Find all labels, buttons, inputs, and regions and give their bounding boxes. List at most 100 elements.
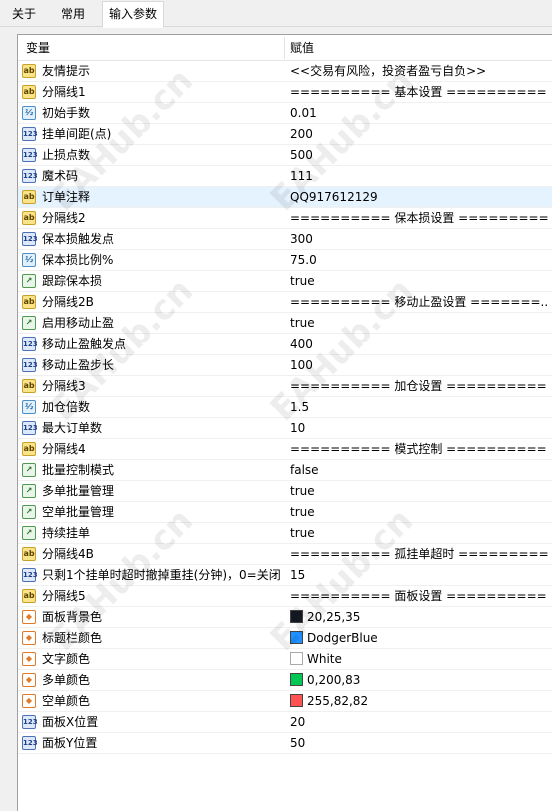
variable-value[interactable]: true — [290, 481, 548, 502]
table-row[interactable]: 123 止损点数 500 — [18, 145, 552, 166]
table-row[interactable]: 123 只剩1个挂单时超时撤掉重挂(分钟)，0=关闭 15 — [18, 565, 552, 586]
table-row[interactable]: ↗ 批量控制模式 false — [18, 460, 552, 481]
double-icon: ½ — [22, 400, 36, 414]
table-row[interactable]: ½ 保本损比例% 75.0 — [18, 250, 552, 271]
table-row[interactable]: ↗ 多单批量管理 true — [18, 481, 552, 502]
variable-name: 面板背景色 — [42, 610, 103, 624]
variable-value[interactable]: 200 — [290, 124, 548, 145]
variable-value[interactable]: 300 — [290, 229, 548, 250]
table-row[interactable]: 123 面板Y位置 50 — [18, 733, 552, 754]
variable-value[interactable]: 15 — [290, 565, 548, 586]
variable-value[interactable]: <<交易有风险，投资者盈亏自负>> — [290, 61, 548, 82]
variable-name: 止损点数 — [42, 148, 91, 162]
table-row[interactable]: 123 面板X位置 20 — [18, 712, 552, 733]
table-row[interactable]: ab 订单注释 QQ917612129 — [18, 187, 552, 208]
string-icon: ab — [22, 442, 36, 456]
string-icon: ab — [22, 190, 36, 204]
variable-value[interactable]: White — [290, 649, 548, 670]
table-row[interactable]: ½ 初始手数 0.01 — [18, 103, 552, 124]
table-row[interactable]: ab 分隔线2B ========== 移动止盈设置 =======... — [18, 292, 552, 313]
variable-value[interactable]: ========== 孤挂单超时 ========== — [290, 544, 548, 565]
table-row[interactable]: ◆ 空单颜色 255,82,82 — [18, 691, 552, 712]
color-value-text: 20,25,35 — [307, 610, 361, 624]
variable-name: 分隔线5 — [42, 589, 86, 603]
tab-bar: 关于 常用 输入参数 — [0, 0, 552, 28]
variable-value[interactable]: true — [290, 271, 548, 292]
table-row[interactable]: ab 分隔线3 ========== 加仓设置 ========== — [18, 376, 552, 397]
table-row[interactable]: 123 移动止盈步长 100 — [18, 355, 552, 376]
variable-value[interactable]: ========== 面板设置 ========== — [290, 586, 548, 607]
table-row[interactable]: ↗ 跟踪保本损 true — [18, 271, 552, 292]
variable-value[interactable]: ========== 模式控制 ========== — [290, 439, 548, 460]
variable-value[interactable]: QQ917612129 — [290, 187, 548, 208]
integer-icon: 123 — [22, 568, 38, 582]
table-row[interactable]: ½ 加仓倍数 1.5 — [18, 397, 552, 418]
table-body: ab 友情提示 <<交易有风险，投资者盈亏自负>> ab 分隔线1 ========== … — [18, 61, 552, 754]
color-icon: ◆ — [22, 694, 36, 708]
table-row[interactable]: 123 保本损触发点 300 — [18, 229, 552, 250]
color-swatch[interactable] — [290, 652, 303, 665]
variable-value[interactable]: 75.0 — [290, 250, 548, 271]
table-row[interactable]: 123 移动止盈触发点 400 — [18, 334, 552, 355]
variable-value[interactable]: ========== 移动止盈设置 =======... — [290, 292, 548, 313]
variable-value[interactable]: true — [290, 313, 548, 334]
tab-input-params[interactable]: 输入参数 — [102, 1, 165, 28]
bool-icon: ↗ — [22, 505, 36, 519]
table-row[interactable]: ↗ 持续挂单 true — [18, 523, 552, 544]
variable-name: 友情提示 — [42, 64, 91, 78]
tab-common[interactable]: 常用 — [55, 4, 91, 27]
variable-name: 订单注释 — [42, 190, 91, 204]
string-icon: ab — [22, 547, 36, 561]
variable-value[interactable]: 50 — [290, 733, 548, 754]
variable-value[interactable]: 10 — [290, 418, 548, 439]
table-row[interactable]: ab 分隔线4B ========== 孤挂单超时 ========== — [18, 544, 552, 565]
variable-value[interactable]: ========== 保本损设置 ========== — [290, 208, 548, 229]
color-swatch[interactable] — [290, 610, 303, 623]
variable-name: 持续挂单 — [42, 526, 91, 540]
table-row[interactable]: 123 最大订单数 10 — [18, 418, 552, 439]
table-row[interactable]: ◆ 多单颜色 0,200,83 — [18, 670, 552, 691]
variable-value[interactable]: false — [290, 460, 548, 481]
variable-value[interactable]: 0,200,83 — [290, 670, 548, 691]
color-swatch[interactable] — [290, 694, 303, 707]
variable-value[interactable]: 20,25,35 — [290, 607, 548, 628]
table-row[interactable]: ◆ 面板背景色 20,25,35 — [18, 607, 552, 628]
table-row[interactable]: ↗ 启用移动止盈 true — [18, 313, 552, 334]
table-row[interactable]: ab 分隔线1 ========== 基本设置 ========== — [18, 82, 552, 103]
variable-value[interactable]: ========== 加仓设置 ========== — [290, 376, 548, 397]
variable-value[interactable]: true — [290, 523, 548, 544]
string-icon: ab — [22, 211, 36, 225]
table-header: 变量 赋值 — [18, 35, 552, 61]
variable-value[interactable]: 255,82,82 — [290, 691, 548, 712]
variable-value[interactable]: 500 — [290, 145, 548, 166]
table-row[interactable]: ab 分隔线4 ========== 模式控制 ========== — [18, 439, 552, 460]
variable-value[interactable]: ========== 基本设置 ========== — [290, 82, 548, 103]
color-swatch[interactable] — [290, 631, 303, 644]
column-header-value[interactable]: 赋值 — [290, 35, 314, 61]
tab-about[interactable]: 关于 — [6, 4, 42, 27]
variable-value[interactable]: true — [290, 502, 548, 523]
bool-icon: ↗ — [22, 484, 36, 498]
variable-name: 面板X位置 — [42, 715, 99, 729]
table-row[interactable]: ◆ 标题栏颜色 DodgerBlue — [18, 628, 552, 649]
column-header-variable[interactable]: 变量 — [26, 35, 50, 61]
table-row[interactable]: ◆ 文字颜色 White — [18, 649, 552, 670]
color-icon: ◆ — [22, 652, 36, 666]
table-row[interactable]: 123 挂单间距(点) 200 — [18, 124, 552, 145]
integer-icon: 123 — [22, 148, 38, 162]
variable-value[interactable]: 1.5 — [290, 397, 548, 418]
table-row[interactable]: 123 魔术码 111 — [18, 166, 552, 187]
variable-value[interactable]: DodgerBlue — [290, 628, 548, 649]
variable-value[interactable]: 400 — [290, 334, 548, 355]
table-row[interactable]: ab 分隔线2 ========== 保本损设置 ========== — [18, 208, 552, 229]
variable-value[interactable]: 111 — [290, 166, 548, 187]
color-swatch[interactable] — [290, 673, 303, 686]
variable-value[interactable]: 20 — [290, 712, 548, 733]
table-row[interactable]: ab 分隔线5 ========== 面板设置 ========== — [18, 586, 552, 607]
column-divider[interactable] — [284, 37, 285, 59]
variable-name: 挂单间距(点) — [42, 127, 112, 141]
table-row[interactable]: ab 友情提示 <<交易有风险，投资者盈亏自负>> — [18, 61, 552, 82]
variable-value[interactable]: 100 — [290, 355, 548, 376]
variable-value[interactable]: 0.01 — [290, 103, 548, 124]
table-row[interactable]: ↗ 空单批量管理 true — [18, 502, 552, 523]
